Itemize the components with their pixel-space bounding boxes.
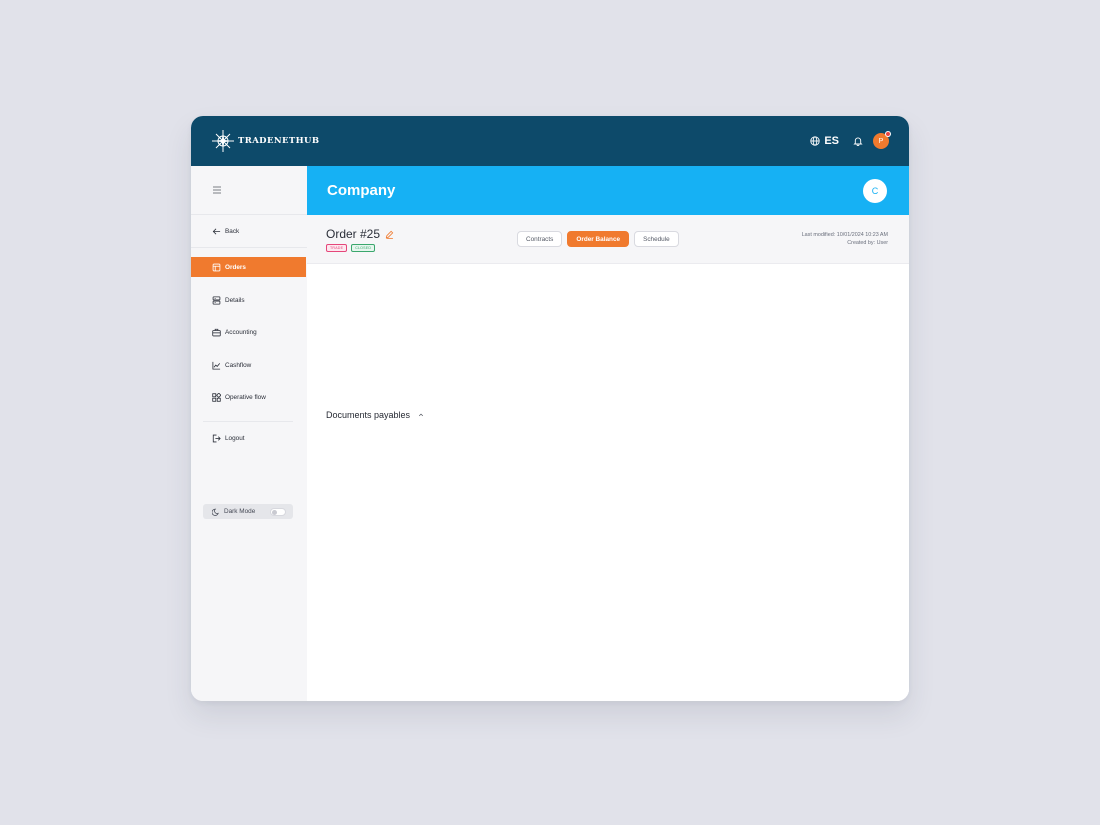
details-icon	[212, 295, 221, 305]
last-modified: Last modified: 10/01/2024 10:23 AM	[801, 232, 888, 238]
status-badge-closed: CLOSED	[351, 244, 376, 252]
sidebar: Back Orders Details Accounting Cashflow …	[191, 166, 307, 701]
notification-dot	[885, 131, 891, 137]
tab-contracts[interactable]: Contracts	[517, 231, 563, 247]
user-avatar[interactable]: P	[873, 131, 891, 149]
hamburger-menu-icon[interactable]	[212, 185, 222, 195]
sidebar-item-label: Accounting	[225, 328, 257, 336]
briefcase-icon	[212, 328, 221, 336]
sidebar-divider	[191, 247, 307, 248]
app-window: TRADENETHUB ES P Back Orders Details Acc…	[191, 116, 909, 701]
language-code: ES	[824, 135, 839, 147]
brand-logo[interactable]: TRADENETHUB	[211, 129, 319, 153]
compass-logo-icon	[212, 130, 234, 152]
brand-name: TRADENETHUB	[238, 136, 320, 146]
created-by: Created by: User	[847, 240, 888, 246]
sidebar-divider	[203, 421, 293, 422]
company-banner: Company C	[307, 166, 909, 215]
tab-schedule[interactable]: Schedule	[634, 231, 679, 247]
edit-pencil-icon[interactable]	[385, 230, 394, 239]
section-title-text: Documents payables	[326, 410, 411, 420]
globe-icon	[810, 136, 820, 146]
moon-icon	[212, 508, 219, 516]
company-avatar[interactable]: C	[863, 178, 887, 203]
sidebar-item-label: Cashflow	[225, 361, 252, 369]
sidebar-item-cashflow[interactable]: Cashflow	[191, 355, 306, 375]
sidebar-item-label: Operative flow	[225, 393, 266, 401]
top-bar: TRADENETHUB ES P	[191, 116, 909, 166]
section-title-payables: Documents payables	[326, 410, 424, 420]
sidebar-item-operative-flow[interactable]: Operative flow	[191, 387, 306, 407]
user-initial: P	[878, 137, 884, 145]
order-title: Order #25	[326, 227, 394, 241]
tab-order-balance[interactable]: Order Balance	[567, 231, 630, 247]
logout-label: Logout	[225, 434, 245, 442]
order-header: Order #25 TRADE CLOSED Contracts Order B…	[307, 215, 909, 264]
chart-line-icon	[212, 361, 221, 370]
company-initial: C	[871, 185, 879, 196]
sidebar-item-label: Details	[225, 296, 245, 304]
modification-info: Last modified: 10/01/2024 10:23 AM Creat…	[802, 231, 888, 247]
sidebar-item-orders[interactable]: Orders	[191, 257, 306, 277]
sidebar-divider	[191, 214, 307, 215]
dark-mode-toggle[interactable]: Dark Mode	[203, 504, 293, 519]
arrow-left-icon	[212, 228, 221, 234]
chevron-up-icon[interactable]	[418, 412, 424, 418]
sidebar-item-details[interactable]: Details	[191, 290, 306, 310]
back-label: Back	[225, 227, 240, 235]
bell-icon[interactable]	[853, 136, 863, 146]
back-button[interactable]: Back	[191, 221, 306, 241]
order-tabs: Contracts Order Balance Schedule	[517, 231, 679, 247]
page-title: Company	[327, 182, 396, 199]
main-content-body: Documents payables	[307, 265, 909, 701]
orders-icon	[212, 263, 221, 271]
logout-icon	[212, 434, 221, 442]
order-title-text: Order #25	[326, 227, 381, 241]
flow-icon	[212, 392, 221, 402]
sidebar-item-label: Orders	[225, 263, 246, 271]
logout-button[interactable]: Logout	[191, 428, 306, 448]
sidebar-item-accounting[interactable]: Accounting	[191, 322, 306, 342]
dark-mode-switch[interactable]	[270, 507, 286, 516]
language-selector[interactable]: ES	[810, 135, 839, 147]
dark-mode-label: Dark Mode	[224, 508, 256, 515]
order-badges: TRADE CLOSED	[326, 244, 376, 252]
status-badge-trade: TRADE	[326, 244, 348, 252]
